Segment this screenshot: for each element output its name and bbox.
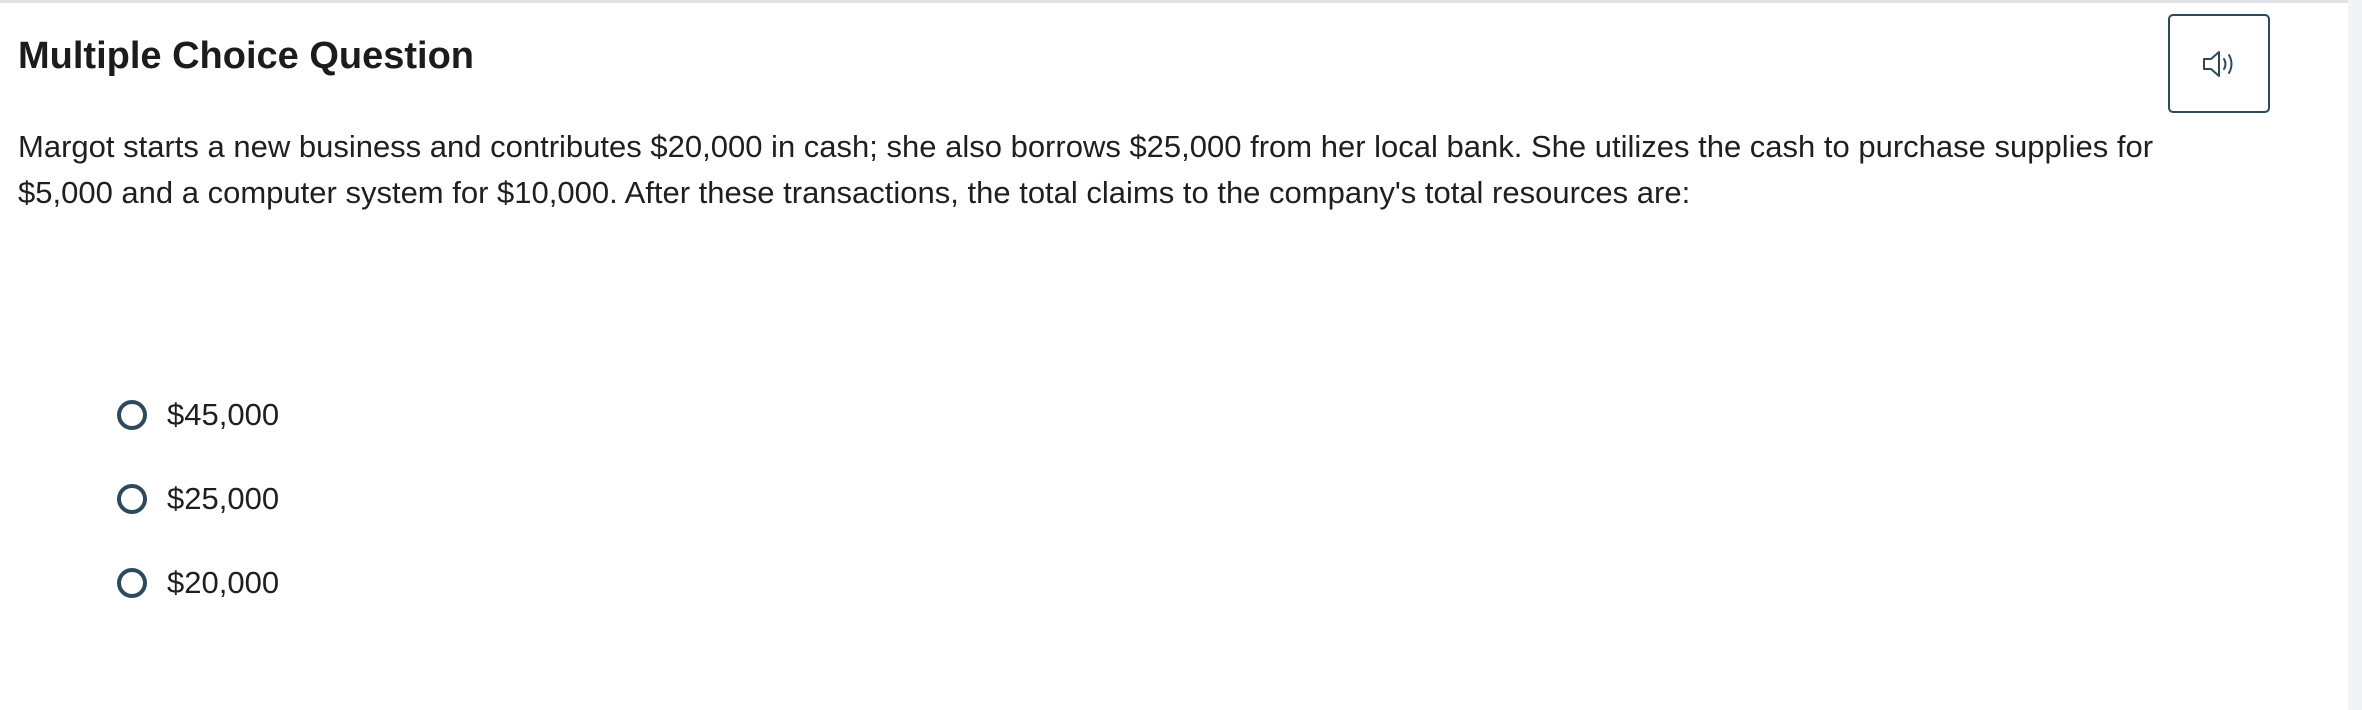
speaker-icon [2203, 50, 2233, 77]
radio-button-icon[interactable] [117, 484, 147, 514]
answer-choice[interactable]: $45,000 [114, 373, 279, 457]
radio-button-icon[interactable] [117, 400, 147, 430]
answer-choice-label[interactable]: $20,000 [167, 565, 279, 601]
question-prompt: Margot starts a new business and contrib… [18, 129, 2154, 210]
answer-choice-label[interactable]: $45,000 [167, 397, 279, 433]
radio-button-icon[interactable] [117, 568, 147, 598]
question-type-heading: Multiple Choice Question [18, 35, 475, 77]
question-card: Multiple Choice Question Margot starts a… [0, 3, 2348, 710]
answer-choice[interactable]: $20,000 [114, 541, 279, 625]
answer-choice[interactable]: $25,000 [114, 457, 279, 541]
scrollbar-track[interactable] [2348, 0, 2362, 710]
answer-choice-label[interactable]: $25,000 [167, 481, 279, 517]
read-aloud-button[interactable] [2168, 14, 2270, 113]
answer-choices: $45,000 $25,000 $20,000 [114, 373, 279, 625]
